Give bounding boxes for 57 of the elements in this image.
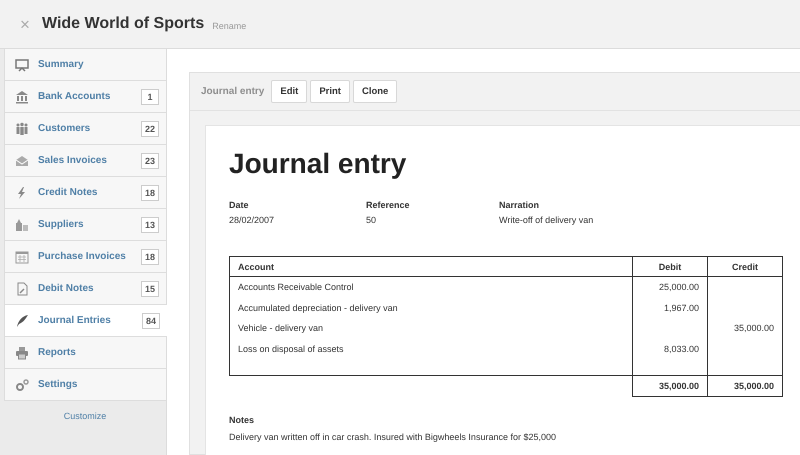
quill-icon bbox=[15, 314, 29, 328]
field-label: Date bbox=[229, 200, 250, 210]
column-header: Credit bbox=[708, 256, 782, 276]
column-header: Debit bbox=[632, 256, 708, 276]
document-heading: Journal entry bbox=[229, 148, 408, 180]
table-cell: Vehicle - delivery van bbox=[230, 318, 632, 338]
sidebar-item[interactable]: Reports bbox=[5, 337, 166, 369]
monitor-icon bbox=[15, 58, 29, 72]
calendar-icon bbox=[15, 250, 29, 264]
field-label: Reference bbox=[366, 200, 411, 210]
table-cell: Loss on disposal of assets bbox=[230, 338, 632, 359]
table-cell: 25,000.00 bbox=[632, 276, 708, 298]
gears-icon bbox=[15, 378, 29, 392]
sidebar-item[interactable]: Bank Accounts 1 bbox=[5, 81, 166, 113]
toolbar-button[interactable]: Print bbox=[310, 80, 350, 103]
table-cell: 1,967.00 bbox=[632, 298, 708, 318]
count-badge: 1 bbox=[141, 88, 159, 104]
count-badge: 18 bbox=[140, 248, 159, 264]
sidebar-item[interactable]: Journal Entries 84 bbox=[5, 305, 167, 337]
envelope-icon bbox=[15, 154, 29, 168]
count-badge: 13 bbox=[140, 216, 159, 232]
table-cell: Accounts Receivable Control bbox=[230, 276, 632, 298]
customize-link[interactable]: Customize bbox=[64, 411, 106, 421]
toolbar-button[interactable]: Clone bbox=[352, 80, 398, 103]
notes-label: Notes bbox=[229, 415, 256, 425]
table-cell: 35,000.00 bbox=[708, 318, 782, 338]
field-value: 28/02/2007 bbox=[229, 215, 276, 225]
sidebar-item[interactable]: Sales Invoices 23 bbox=[5, 145, 166, 177]
sidebar-item[interactable]: Credit Notes 18 bbox=[5, 177, 166, 209]
company-title: Wide World of Sports bbox=[42, 15, 204, 33]
field-value: Write-off of delivery van bbox=[499, 215, 594, 225]
document-icon bbox=[15, 282, 29, 296]
table-cell: 8,033.00 bbox=[632, 338, 708, 359]
notes-text: Delivery van written off in car crash. Insured with Bigwheels Insurance for $25,000 bbox=[229, 432, 557, 442]
count-badge: 84 bbox=[142, 312, 160, 328]
buildings-icon bbox=[15, 218, 29, 232]
count-badge: 18 bbox=[140, 184, 159, 200]
sidebar-item[interactable]: Suppliers 13 bbox=[5, 209, 166, 241]
printer-icon bbox=[15, 346, 29, 360]
total-cell: 35,000.00 bbox=[632, 376, 708, 396]
total-cell: 35,000.00 bbox=[708, 376, 782, 396]
sidebar-item[interactable]: Settings bbox=[5, 369, 166, 401]
people-icon bbox=[15, 122, 29, 136]
bank-icon bbox=[15, 90, 29, 104]
sidebar-item[interactable]: Summary bbox=[5, 49, 166, 81]
breadcrumb: Journal entry bbox=[201, 86, 264, 97]
count-badge: 22 bbox=[140, 120, 159, 136]
field-value: 50 bbox=[366, 215, 378, 225]
sidebar-item[interactable]: Customers 22 bbox=[5, 113, 166, 145]
count-badge: 23 bbox=[140, 152, 159, 168]
sidebar-item[interactable]: Debit Notes 15 bbox=[5, 273, 166, 305]
toolbar-button[interactable]: Edit bbox=[271, 80, 308, 103]
column-header: Account bbox=[230, 256, 632, 276]
sidebar-item[interactable]: Purchase Invoices 18 bbox=[5, 241, 166, 273]
table-cell: Accumulated depreciation - delivery van bbox=[230, 298, 632, 318]
count-badge: 15 bbox=[140, 280, 159, 296]
field-label: Narration bbox=[499, 200, 540, 210]
